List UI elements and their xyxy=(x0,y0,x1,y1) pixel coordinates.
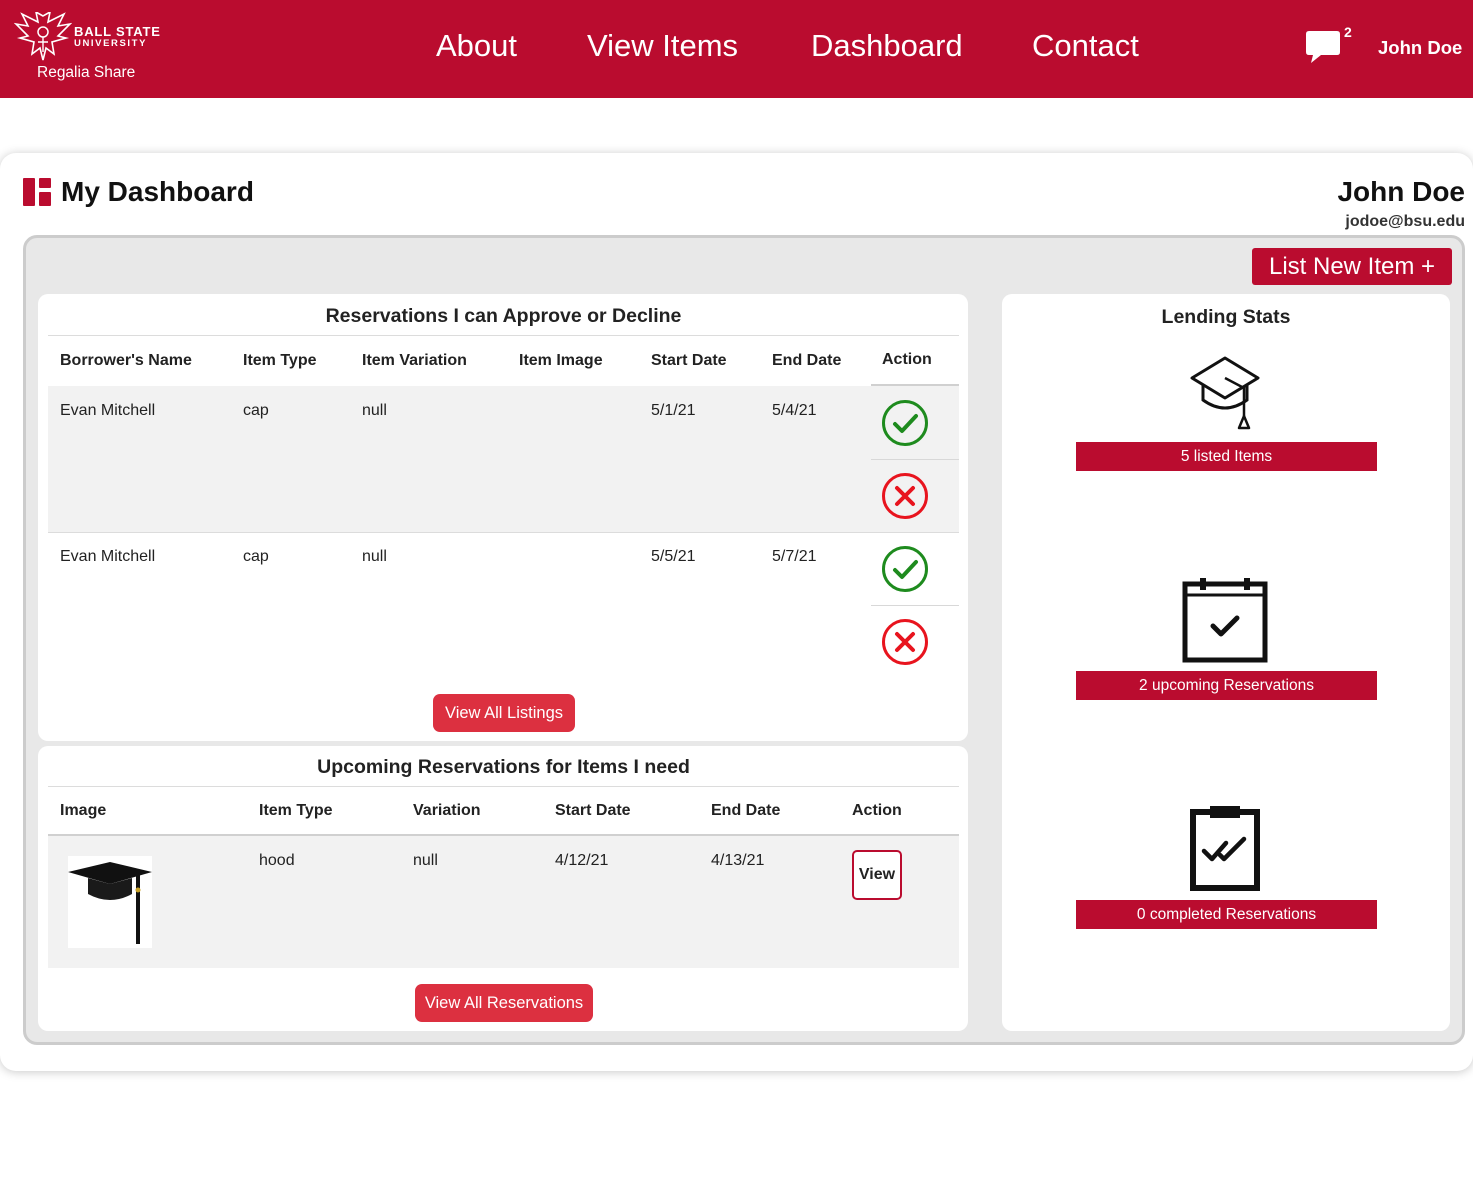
divider xyxy=(48,786,959,787)
user-menu[interactable]: John Doe xyxy=(1378,37,1462,59)
view-all-listings-button[interactable]: View All Listings xyxy=(433,694,575,732)
graduation-cap-image xyxy=(68,856,152,948)
divider xyxy=(871,605,959,606)
end-date: 4/13/21 xyxy=(711,852,765,869)
upcoming-title: Upcoming Reservations for Items I need xyxy=(317,756,690,778)
nav-dashboard-link[interactable]: Dashboard xyxy=(811,28,963,64)
col-item-variation: Item Variation xyxy=(362,352,467,369)
col-item-type: Item Type xyxy=(243,352,317,369)
top-navbar: BALL STATE UNIVERSITY Regalia Share Abou… xyxy=(0,0,1473,98)
item-variation: null xyxy=(413,852,438,869)
start-date: 4/12/21 xyxy=(555,852,609,869)
approvals-panel: Reservations I can Approve or Decline Bo… xyxy=(38,294,968,741)
col-borrower: Borrower's Name xyxy=(60,352,192,369)
logo-line-1: BALL STATE xyxy=(74,24,161,39)
approvals-title: Reservations I can Approve or Decline xyxy=(325,305,682,327)
nav-about-link[interactable]: About xyxy=(436,28,517,64)
profile-email: jodoe@bsu.edu xyxy=(1345,213,1465,230)
col-end-date: End Date xyxy=(772,352,842,369)
approve-check-icon[interactable] xyxy=(880,544,930,594)
divider xyxy=(871,459,959,460)
upcoming-reservations-stat: 2 upcoming Reservations xyxy=(1076,671,1377,700)
dashboard-card: My Dashboard John Doe jodoe@bsu.edu List… xyxy=(0,153,1473,1071)
dashboard-content: List New Item + Reservations I can Appro… xyxy=(23,235,1465,1045)
col-end-date: End Date xyxy=(711,802,781,819)
end-date: 5/4/21 xyxy=(772,402,817,419)
view-reservation-button[interactable]: View xyxy=(852,850,902,900)
profile-name: John Doe xyxy=(1337,176,1465,207)
borrower-name: Evan Mitchell xyxy=(60,402,156,419)
nav-view-items-link[interactable]: View Items xyxy=(587,28,738,64)
item-variation: null xyxy=(362,548,387,565)
page-title: My Dashboard xyxy=(61,176,254,207)
divider xyxy=(48,335,959,336)
cardinal-logo-icon xyxy=(14,12,72,61)
col-start-date: Start Date xyxy=(651,352,727,369)
brand-name: Regalia Share xyxy=(37,64,136,81)
col-start-date: Start Date xyxy=(555,802,631,819)
col-variation: Variation xyxy=(413,802,481,819)
table-row xyxy=(48,836,959,968)
end-date: 5/7/21 xyxy=(772,548,817,565)
start-date: 5/1/21 xyxy=(651,402,696,419)
graduation-cap-icon xyxy=(68,862,152,944)
lending-stats-panel: Lending Stats 5 listed Items 2 upcoming … xyxy=(1002,294,1450,1031)
item-variation: null xyxy=(362,402,387,419)
decline-x-icon[interactable] xyxy=(880,471,930,521)
approve-check-icon[interactable] xyxy=(880,398,930,448)
message-count-badge: 2 xyxy=(1344,24,1352,40)
clipboard-check-icon xyxy=(1190,806,1260,891)
ball-state-logo[interactable]: BALL STATE UNIVERSITY Regalia Share xyxy=(12,10,172,86)
lending-stats-title: Lending Stats xyxy=(1161,306,1291,328)
col-item-image: Item Image xyxy=(519,352,603,369)
logo-line-2: UNIVERSITY xyxy=(74,38,148,49)
item-type: cap xyxy=(243,548,269,565)
table-row xyxy=(48,533,959,679)
item-type: cap xyxy=(243,402,269,419)
calendar-check-icon xyxy=(1182,578,1268,663)
decline-x-icon[interactable] xyxy=(880,617,930,667)
col-item-type: Item Type xyxy=(259,802,333,819)
completed-reservations-stat: 0 completed Reservations xyxy=(1076,900,1377,929)
messages-button[interactable]: 2 xyxy=(1305,24,1352,68)
upcoming-panel: Upcoming Reservations for Items I need I… xyxy=(38,746,968,1031)
col-action: Action xyxy=(852,802,902,819)
col-action: Action xyxy=(882,351,932,368)
dashboard-icon xyxy=(23,178,51,206)
start-date: 5/5/21 xyxy=(651,548,696,565)
col-image: Image xyxy=(60,802,107,819)
list-new-item-button[interactable]: List New Item + xyxy=(1252,248,1452,285)
listed-items-stat: 5 listed Items xyxy=(1076,442,1377,471)
chat-bubble-icon xyxy=(1306,31,1340,63)
item-type: hood xyxy=(259,852,295,869)
view-all-reservations-button[interactable]: View All Reservations xyxy=(415,984,593,1022)
nav-contact-link[interactable]: Contact xyxy=(1032,28,1139,64)
borrower-name: Evan Mitchell xyxy=(60,548,156,565)
table-row xyxy=(48,386,959,532)
graduation-cap-icon xyxy=(1190,356,1260,430)
